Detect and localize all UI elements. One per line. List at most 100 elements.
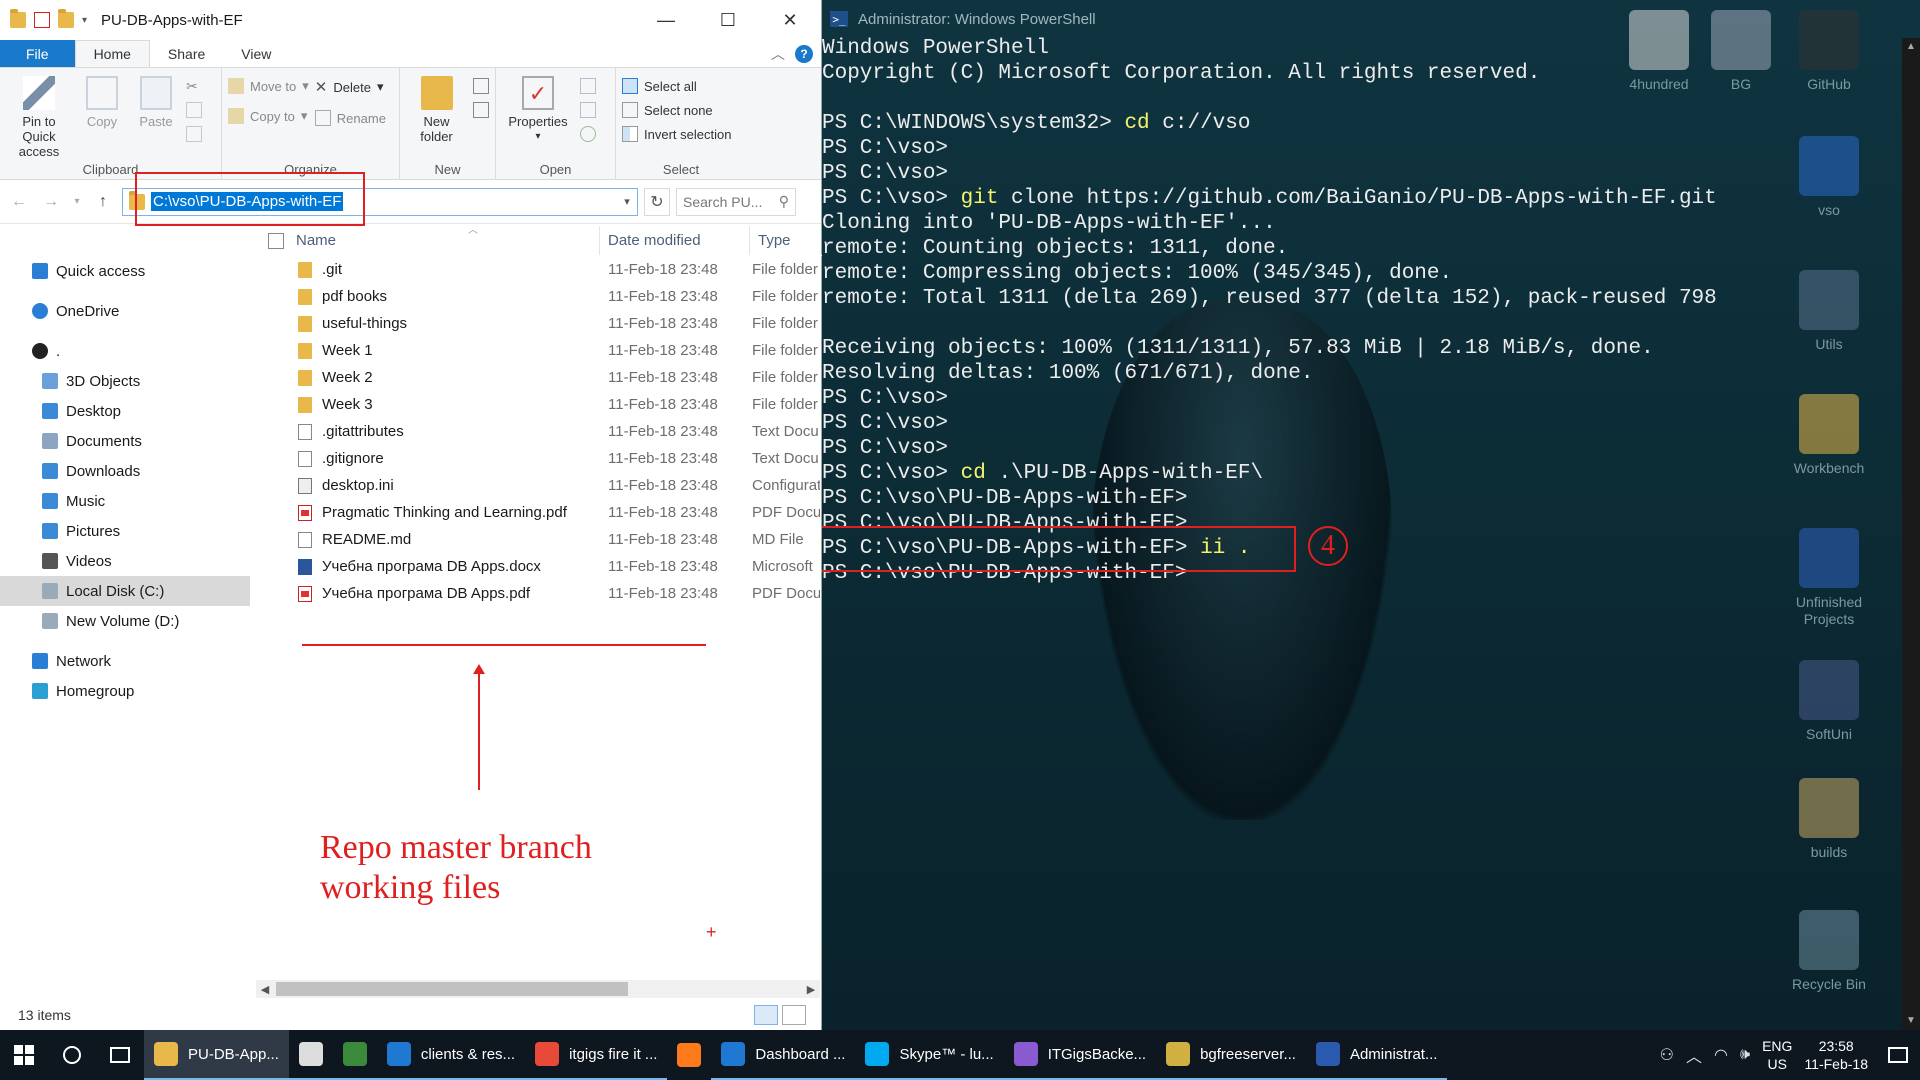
open-icon[interactable] <box>580 78 596 94</box>
people-icon[interactable]: ⚇ <box>1660 1045 1674 1065</box>
horizontal-scrollbar[interactable]: ◀ ▶ <box>256 980 820 998</box>
sidebar-item[interactable]: New Volume (D:) <box>0 606 250 636</box>
sidebar-item[interactable]: Videos <box>0 546 250 576</box>
volume-icon[interactable]: 🕪 <box>1740 1046 1750 1064</box>
copy-path-icon[interactable] <box>186 102 202 118</box>
taskbar-app-button[interactable] <box>667 1030 711 1080</box>
search-input[interactable]: Search PU... ⚲ <box>676 187 796 216</box>
desktop-icon[interactable]: GitHub <box>1784 10 1874 93</box>
show-hidden-icons-icon[interactable]: ︿ <box>1686 1043 1702 1067</box>
select-all-button[interactable]: Select all <box>622 78 731 94</box>
file-row[interactable]: README.md 11-Feb-18 23:48 MD File <box>260 526 822 553</box>
tab-file[interactable]: File <box>0 40 75 67</box>
file-row[interactable]: Pragmatic Thinking and Learning.pdf 11-Fe… <box>260 499 822 526</box>
name-column-header[interactable]: Name ︿ <box>260 225 600 255</box>
forward-arrow-icon[interactable]: → <box>38 193 64 211</box>
file-row[interactable]: desktop.ini 11-Feb-18 23:48 Configurat <box>260 472 822 499</box>
sidebar-item[interactable]: Local Disk (C:) <box>0 576 250 606</box>
easy-access-icon[interactable] <box>473 102 489 118</box>
file-row[interactable]: Week 1 11-Feb-18 23:48 File folder <box>260 337 822 364</box>
rename-button[interactable]: Rename <box>314 110 386 126</box>
file-row[interactable]: .gitattributes 11-Feb-18 23:48 Text Docu <box>260 418 822 445</box>
desktop-icon[interactable]: builds <box>1784 778 1874 861</box>
taskbar-app-button[interactable]: bgfreeserver... <box>1156 1030 1306 1080</box>
tab-home[interactable]: Home <box>74 40 150 67</box>
desktop-icon[interactable]: SoftUni <box>1784 660 1874 743</box>
desktop-icon[interactable]: Unfinished Projects <box>1784 528 1874 628</box>
desktop-icon[interactable]: BG <box>1696 10 1786 93</box>
console-output[interactable]: Windows PowerShell Copyright (C) Microsof… <box>822 36 1717 586</box>
taskbar-app-button[interactable] <box>288 1030 333 1080</box>
file-row[interactable]: Учебна програма DB Apps.pdf 11-Feb-18 23:… <box>260 580 822 607</box>
up-arrow-icon[interactable]: ↑ <box>90 193 116 211</box>
desktop-icon[interactable]: vso <box>1784 136 1874 219</box>
invert-selection-button[interactable]: Invert selection <box>622 126 731 142</box>
select-all-checkbox[interactable] <box>268 232 284 249</box>
refresh-icon[interactable]: ↻ <box>644 187 670 216</box>
action-center-icon[interactable] <box>1888 1047 1908 1063</box>
file-row[interactable]: .gitignore 11-Feb-18 23:48 Text Docu <box>260 445 822 472</box>
details-view-icon[interactable] <box>754 1005 778 1025</box>
start-button[interactable] <box>0 1030 48 1080</box>
sidebar-item[interactable]: Music <box>0 486 250 516</box>
date-column-header[interactable]: Date modified <box>600 226 750 255</box>
sidebar-item[interactable]: . <box>0 336 250 366</box>
copy-to-button[interactable]: Copy to ▾ <box>228 108 309 124</box>
new-item-icon[interactable] <box>473 78 489 94</box>
close-button[interactable]: ✕ <box>759 0 821 40</box>
paste-shortcut-icon[interactable] <box>186 126 202 142</box>
file-row[interactable]: Week 3 11-Feb-18 23:48 File folder <box>260 391 822 418</box>
back-arrow-icon[interactable]: ← <box>6 193 32 211</box>
desktop-icon[interactable]: Workbench <box>1784 394 1874 477</box>
scroll-left-icon[interactable]: ◀ <box>256 983 274 996</box>
customize-quick-access-icon[interactable]: ▾ <box>82 15 87 26</box>
file-row[interactable]: .git 11-Feb-18 23:48 File folder <box>260 256 822 283</box>
vertical-scrollbar[interactable]: ▲ ▼ <box>1902 38 1920 1030</box>
clock[interactable]: 23:58 11-Feb-18 <box>1804 1037 1868 1073</box>
history-icon[interactable] <box>580 126 596 142</box>
sidebar-item[interactable]: Network <box>0 646 250 676</box>
large-icons-view-icon[interactable] <box>782 1005 806 1025</box>
recent-locations-icon[interactable]: ▾ <box>70 196 84 207</box>
input-language[interactable]: ENG US <box>1762 1037 1792 1073</box>
taskbar-app-button[interactable]: Administrat... <box>1305 1030 1448 1080</box>
sidebar-item[interactable]: Quick access <box>0 256 250 286</box>
wifi-icon[interactable]: ◠ <box>1714 1045 1728 1065</box>
taskbar-app-button[interactable]: clients & res... <box>376 1030 526 1080</box>
select-none-button[interactable]: Select none <box>622 102 731 118</box>
scroll-thumb[interactable] <box>276 982 628 996</box>
file-row[interactable]: Week 2 11-Feb-18 23:48 File folder <box>260 364 822 391</box>
new-folder-quick-icon[interactable] <box>58 9 74 28</box>
file-row[interactable]: pdf books 11-Feb-18 23:48 File folder <box>260 283 822 310</box>
properties-quick-icon[interactable] <box>34 12 50 28</box>
desktop-icon[interactable]: 4hundred <box>1614 10 1704 93</box>
desktop-icon[interactable]: Recycle Bin <box>1784 910 1874 993</box>
taskbar-app-button[interactable]: PU-DB-App... <box>144 1030 289 1080</box>
taskbar-app-button[interactable] <box>332 1030 377 1080</box>
search-button[interactable] <box>48 1030 96 1080</box>
sidebar-item[interactable]: Homegroup <box>0 676 250 706</box>
file-row[interactable]: useful-things 11-Feb-18 23:48 File folder <box>260 310 822 337</box>
scroll-right-icon[interactable]: ▶ <box>802 983 820 996</box>
collapse-ribbon-icon[interactable]: ︿ <box>771 44 785 64</box>
delete-button[interactable]: ✕ Delete ▾ <box>315 78 386 96</box>
tab-view[interactable]: View <box>223 40 289 67</box>
taskbar-app-button[interactable]: Skype™ - lu... <box>855 1030 1004 1080</box>
move-to-button[interactable]: Move to ▾ <box>228 78 309 94</box>
minimize-button[interactable]: — <box>635 0 697 40</box>
sidebar-item[interactable]: OneDrive <box>0 296 250 326</box>
scroll-up-icon[interactable]: ▲ <box>1902 38 1920 56</box>
scroll-down-icon[interactable]: ▼ <box>1902 1012 1920 1030</box>
edit-icon[interactable] <box>580 102 596 118</box>
maximize-button[interactable]: ☐ <box>697 0 759 40</box>
help-icon[interactable]: ? <box>795 44 813 63</box>
tab-share[interactable]: Share <box>150 40 223 67</box>
desktop-icon[interactable]: Utils <box>1784 270 1874 353</box>
taskbar-app-button[interactable]: itgigs fire it ... <box>525 1030 668 1080</box>
taskbar-app-button[interactable]: Dashboard ... <box>711 1030 856 1080</box>
file-row[interactable]: Учебна програма DB Apps.docx 11-Feb-18 23… <box>260 553 822 580</box>
sidebar-item[interactable]: Pictures <box>0 516 250 546</box>
taskbar-app-button[interactable]: ITGigsBacke... <box>1003 1030 1157 1080</box>
sidebar-item[interactable]: Desktop <box>0 396 250 426</box>
sidebar-item[interactable]: 3D Objects <box>0 366 250 396</box>
